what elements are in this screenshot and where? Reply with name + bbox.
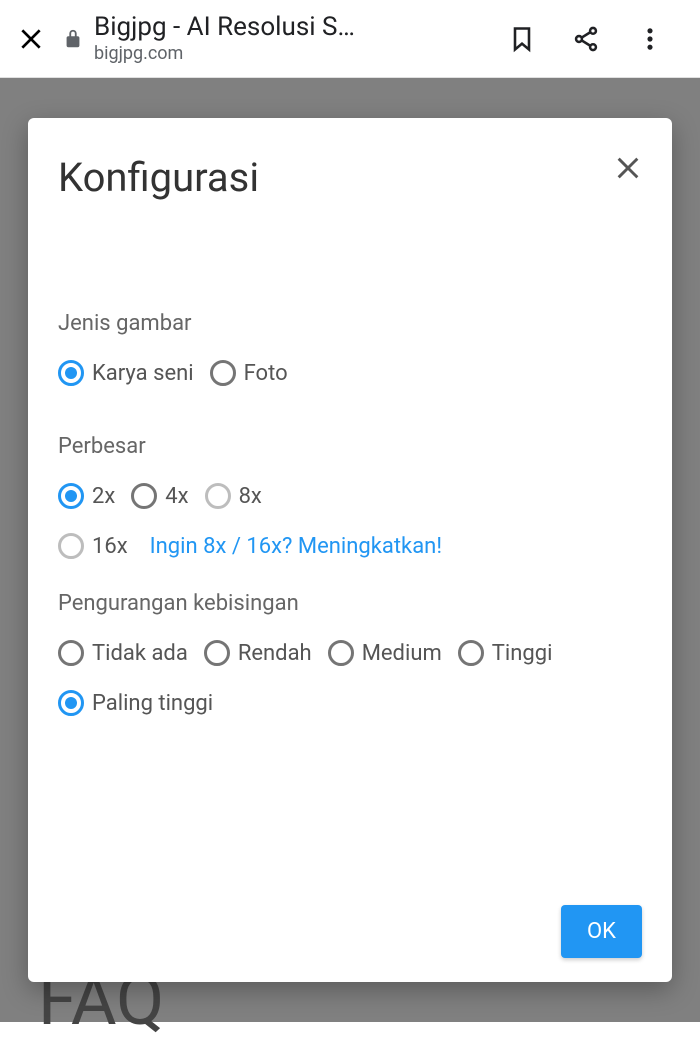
- image-type-group: Karya seni Foto: [58, 360, 642, 398]
- radio-label: Paling tinggi: [92, 691, 213, 716]
- bookmark-icon[interactable]: [508, 25, 536, 53]
- radio-label: Karya seni: [92, 361, 194, 386]
- address-title-area[interactable]: Bigjpg - AI Resolusi S… bigjpg.com: [94, 13, 480, 64]
- radio-icon: [458, 640, 484, 666]
- radio-label: Foto: [244, 361, 288, 386]
- radio-icon: [204, 640, 230, 666]
- section-upscale-label: Perbesar: [58, 434, 642, 459]
- config-dialog: Konfigurasi Jenis gambar Karya seni Foto…: [28, 118, 672, 982]
- ok-button[interactable]: OK: [561, 905, 642, 958]
- menu-dots-icon[interactable]: [636, 25, 664, 53]
- radio-8x[interactable]: 8x: [205, 483, 262, 509]
- radio-label: 8x: [239, 484, 262, 509]
- radio-label: 2x: [92, 484, 115, 509]
- radio-icon: [58, 640, 84, 666]
- section-noise-label: Pengurangan kebisingan: [58, 591, 642, 616]
- radio-4x[interactable]: 4x: [131, 483, 188, 509]
- radio-label: 16x: [92, 534, 128, 559]
- page-url: bigjpg.com: [94, 43, 480, 65]
- close-tab-icon[interactable]: [18, 26, 44, 52]
- noise-group-row2: Paling tinggi: [58, 690, 642, 728]
- radio-icon: [58, 690, 84, 716]
- radio-label: Tinggi: [492, 641, 553, 666]
- radio-icon: [205, 483, 231, 509]
- section-image-type-label: Jenis gambar: [58, 311, 642, 336]
- radio-noise-highest[interactable]: Paling tinggi: [58, 690, 213, 716]
- upscale-group-row1: 2x 4x 8x: [58, 483, 642, 521]
- noise-group-row1: Tidak ada Rendah Medium Tinggi: [58, 640, 642, 678]
- radio-noise-high[interactable]: Tinggi: [458, 640, 553, 666]
- upgrade-link[interactable]: Ingin 8x / 16x? Meningkatkan!: [150, 534, 442, 559]
- radio-icon: [58, 533, 84, 559]
- upscale-group-row2: 16x Ingin 8x / 16x? Meningkatkan!: [58, 533, 642, 559]
- radio-noise-none[interactable]: Tidak ada: [58, 640, 188, 666]
- lock-icon: [62, 25, 84, 53]
- share-icon[interactable]: [572, 25, 600, 53]
- radio-icon: [328, 640, 354, 666]
- radio-noise-medium[interactable]: Medium: [328, 640, 442, 666]
- radio-icon: [131, 483, 157, 509]
- radio-photo[interactable]: Foto: [210, 360, 288, 386]
- dialog-title: Konfigurasi: [58, 154, 259, 201]
- radio-16x[interactable]: 16x: [58, 533, 128, 559]
- radio-artwork[interactable]: Karya seni: [58, 360, 194, 386]
- radio-icon: [210, 360, 236, 386]
- radio-label: 4x: [165, 484, 188, 509]
- radio-label: Tidak ada: [92, 641, 188, 666]
- radio-2x[interactable]: 2x: [58, 483, 115, 509]
- radio-icon: [58, 360, 84, 386]
- browser-bar: Bigjpg - AI Resolusi S… bigjpg.com: [0, 0, 700, 78]
- radio-noise-low[interactable]: Rendah: [204, 640, 312, 666]
- radio-label: Medium: [362, 641, 442, 666]
- radio-label: Rendah: [238, 641, 312, 666]
- page-title: Bigjpg - AI Resolusi S…: [94, 13, 480, 43]
- dialog-close-icon[interactable]: [614, 154, 642, 182]
- radio-icon: [58, 483, 84, 509]
